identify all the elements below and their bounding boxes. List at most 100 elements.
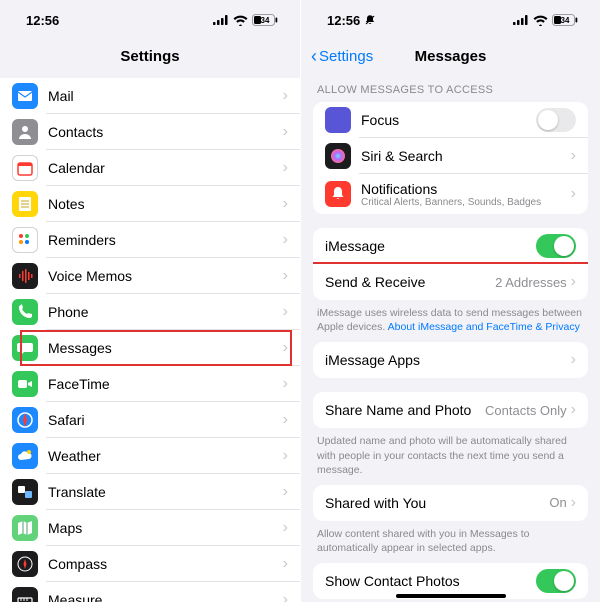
cellular-icon xyxy=(513,15,529,25)
shared-with-you-row[interactable]: Shared with You On › xyxy=(313,485,588,521)
send-receive-detail: 2 Addresses xyxy=(495,275,567,290)
chevron-right-icon: › xyxy=(283,339,288,357)
back-button[interactable]: ‹Settings xyxy=(311,47,373,65)
toggle[interactable] xyxy=(536,108,576,132)
row-label: Mail xyxy=(48,88,283,104)
access-row-siri-search[interactable]: Siri & Search› xyxy=(313,138,588,174)
status-bar: 12:56 34 xyxy=(0,0,300,40)
settings-row-maps[interactable]: Maps› xyxy=(0,510,300,546)
settings-row-compass[interactable]: Compass› xyxy=(0,546,300,582)
page-title: Settings xyxy=(120,48,179,65)
chevron-left-icon: ‹ xyxy=(311,47,317,65)
row-subtext: Critical Alerts, Banners, Sounds, Badges xyxy=(361,197,571,208)
settings-row-calendar[interactable]: Calendar› xyxy=(0,150,300,186)
battery-icon: 34 xyxy=(552,14,578,26)
settings-row-contacts[interactable]: Contacts› xyxy=(0,114,300,150)
section-header-access: ALLOW MESSAGES TO ACCESS xyxy=(301,72,600,102)
chevron-right-icon: › xyxy=(283,303,288,321)
phone-icon xyxy=(12,299,38,325)
row-label: Phone xyxy=(48,304,283,320)
row-label: FaceTime xyxy=(48,376,283,392)
settings-row-facetime[interactable]: FaceTime› xyxy=(0,366,300,402)
moon-icon xyxy=(325,107,351,133)
row-label: Focus xyxy=(361,112,536,128)
settings-row-weather[interactable]: Weather› xyxy=(0,438,300,474)
settings-row-voice-memos[interactable]: Voice Memos› xyxy=(0,258,300,294)
row-label: Notes xyxy=(48,196,283,212)
svg-text:34: 34 xyxy=(261,16,270,25)
share-name-detail: Contacts Only xyxy=(485,403,567,418)
back-label: Settings xyxy=(319,48,373,65)
silent-icon xyxy=(364,14,376,26)
person-icon xyxy=(12,119,38,145)
imessage-toggle[interactable] xyxy=(536,234,576,258)
imessage-privacy-link[interactable]: About iMessage and FaceTime & Privacy xyxy=(388,321,580,333)
access-row-notifications[interactable]: NotificationsCritical Alerts, Banners, S… xyxy=(313,174,588,214)
settings-row-measure[interactable]: Measure› xyxy=(0,582,300,602)
share-name-row[interactable]: Share Name and Photo Contacts Only › xyxy=(313,392,588,428)
wave-icon xyxy=(12,263,38,289)
row-label: Weather xyxy=(48,448,283,464)
cellular-icon xyxy=(213,15,229,25)
share-name-footer: Updated name and photo will be automatic… xyxy=(301,428,600,485)
shared-with-you-label: Shared with You xyxy=(325,495,549,511)
row-label: Siri & Search xyxy=(361,148,571,164)
contact-photos-label: Show Contact Photos xyxy=(325,573,536,589)
settings-row-messages[interactable]: Messages› xyxy=(0,330,300,366)
settings-row-notes[interactable]: Notes› xyxy=(0,186,300,222)
send-receive-label: Send & Receive xyxy=(325,274,495,290)
row-label: Compass xyxy=(48,556,283,572)
imessage-label: iMessage xyxy=(325,238,536,254)
chevron-right-icon: › xyxy=(571,401,576,419)
note-icon xyxy=(12,191,38,217)
chevron-right-icon: › xyxy=(283,375,288,393)
row-label: Measure xyxy=(48,592,283,602)
nav-bar: Settings xyxy=(0,40,300,72)
messages-scroll[interactable]: ALLOW MESSAGES TO ACCESS Focus Siri & Sea… xyxy=(301,72,600,602)
access-row-focus[interactable]: Focus xyxy=(313,102,588,138)
shared-with-you-footer: Allow content shared with you in Message… xyxy=(301,521,600,563)
send-receive-row[interactable]: Send & Receive 2 Addresses › xyxy=(313,264,588,300)
chevron-right-icon: › xyxy=(571,494,576,512)
chevron-right-icon: › xyxy=(283,483,288,501)
settings-row-translate[interactable]: Translate› xyxy=(0,474,300,510)
row-label: Translate xyxy=(48,484,283,500)
chevron-right-icon: › xyxy=(283,591,288,602)
row-label: Contacts xyxy=(48,124,283,140)
settings-row-mail[interactable]: Mail› xyxy=(0,78,300,114)
page-title: Messages xyxy=(415,48,487,65)
dots-icon xyxy=(12,227,38,253)
settings-row-phone[interactable]: Phone› xyxy=(0,294,300,330)
chevron-right-icon: › xyxy=(283,159,288,177)
row-label: Voice Memos xyxy=(48,268,283,284)
envelope-icon xyxy=(12,83,38,109)
settings-screen: 12:56 34 Settings Passwords›Mail›Contact… xyxy=(0,0,300,602)
battery-icon: 34 xyxy=(252,14,278,26)
wifi-icon xyxy=(533,15,548,26)
imessage-row[interactable]: iMessage xyxy=(313,228,588,264)
bell-icon xyxy=(325,181,351,207)
messages-settings-screen: 12:56 34 ‹Settings Messages ALLOW MESSAG… xyxy=(300,0,600,602)
shared-with-you-detail: On xyxy=(549,495,566,510)
svg-text:34: 34 xyxy=(561,16,570,25)
row-label: Safari xyxy=(48,412,283,428)
calendar-icon xyxy=(12,155,38,181)
chevron-right-icon: › xyxy=(283,87,288,105)
settings-row-safari[interactable]: Safari› xyxy=(0,402,300,438)
imessage-apps-label: iMessage Apps xyxy=(325,352,571,368)
shared-with-you-group: Shared with You On › xyxy=(313,485,588,521)
row-label: Reminders xyxy=(48,232,283,248)
compass2-icon xyxy=(12,551,38,577)
bubble-icon xyxy=(12,335,38,361)
row-label: Messages xyxy=(48,340,283,356)
settings-row-reminders[interactable]: Reminders› xyxy=(0,222,300,258)
status-time: 12:56 xyxy=(327,13,360,28)
video-icon xyxy=(12,371,38,397)
imessage-group: iMessage Send & Receive 2 Addresses › xyxy=(313,228,588,300)
chevron-right-icon: › xyxy=(571,185,576,203)
imessage-apps-row[interactable]: iMessage Apps › xyxy=(313,342,588,378)
home-indicator[interactable] xyxy=(396,594,506,598)
settings-list-scroll[interactable]: Passwords›Mail›Contacts›Calendar›Notes›R… xyxy=(0,72,300,602)
status-bar: 12:56 34 xyxy=(301,0,600,40)
contact-photos-toggle[interactable] xyxy=(536,569,576,593)
